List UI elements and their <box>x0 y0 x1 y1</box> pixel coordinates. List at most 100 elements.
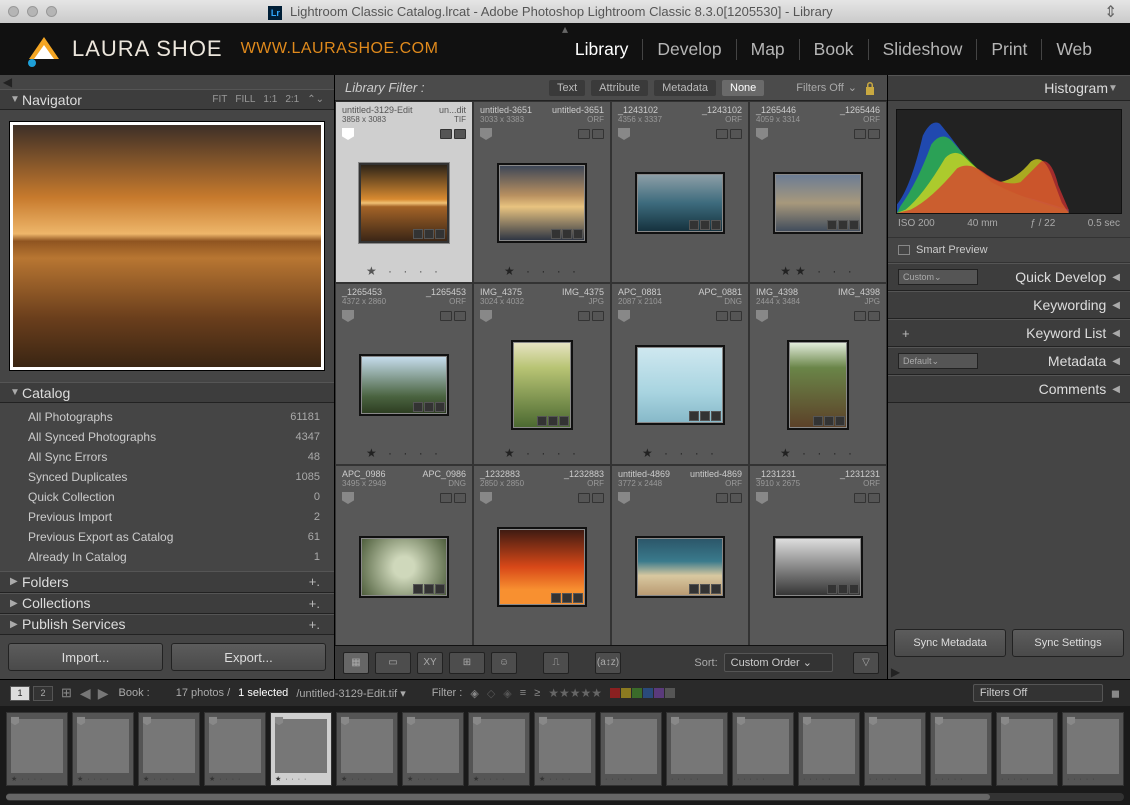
thumbnail[interactable] <box>359 536 449 598</box>
badge-icon[interactable] <box>435 584 445 594</box>
flag-icon[interactable] <box>618 128 630 140</box>
thumbnail-size-icon[interactable]: ◼ <box>1111 687 1120 700</box>
sync-settings-button[interactable]: Sync Settings <box>1012 629 1124 657</box>
keyword-list-header[interactable]: + Keyword List ◀ <box>888 319 1130 347</box>
rotate-ccw-icon[interactable] <box>578 493 590 503</box>
label-blue[interactable] <box>643 688 653 698</box>
quick-develop-header[interactable]: Custom ⌄ Quick Develop ◀ <box>888 263 1130 291</box>
filter-gte-icon[interactable]: ≥ <box>534 687 540 699</box>
rotate-cw-icon[interactable] <box>868 311 880 321</box>
badge-icon[interactable] <box>813 416 823 426</box>
label-green[interactable] <box>632 688 642 698</box>
flag-picked-icon[interactable]: ◈ <box>470 687 478 700</box>
thumbnail[interactable] <box>359 163 449 243</box>
filmstrip-cell[interactable]: ★ · · · · <box>204 712 266 786</box>
keyword-add-icon[interactable]: + <box>898 326 914 341</box>
rating-row[interactable] <box>474 628 610 645</box>
folders-header[interactable]: ▶ Folders +. <box>0 571 334 592</box>
flag-icon[interactable] <box>342 128 354 140</box>
filters-off-menu[interactable]: Filters Off ⌄ <box>796 81 857 94</box>
grid-view-icon[interactable]: ▦ <box>343 652 369 674</box>
zoom-fill[interactable]: FILL <box>235 94 255 105</box>
rating-row[interactable] <box>750 628 886 645</box>
badge-icon[interactable] <box>838 220 848 230</box>
rotate-ccw-icon[interactable] <box>854 493 866 503</box>
metadata-preset[interactable]: Default ⌄ <box>898 353 978 369</box>
label-red[interactable] <box>610 688 620 698</box>
main-window-icon[interactable]: 1 <box>10 686 30 701</box>
collections-add-icon[interactable]: +. <box>305 596 324 611</box>
filmstrip[interactable]: ★ · · · · ★ · · · · ★ · · · · ★ · · · · … <box>0 706 1130 791</box>
thumbnail[interactable] <box>359 354 449 416</box>
grid-cell[interactable]: _1231231 _1231231 3910 x 2675ORF <box>749 465 887 645</box>
sync-metadata-button[interactable]: Sync Metadata <box>894 629 1006 657</box>
filter-tab-attribute[interactable]: Attribute <box>591 80 648 96</box>
filmstrip-cell[interactable]: ★ · · · · <box>138 712 200 786</box>
right-collapse-handle[interactable]: ▶ <box>888 665 903 679</box>
module-book[interactable]: Book <box>800 39 869 60</box>
catalog-item[interactable]: Synced Duplicates1085 <box>0 467 334 487</box>
rotate-ccw-icon[interactable] <box>578 311 590 321</box>
filmstrip-cell[interactable]: · · · · · <box>930 712 992 786</box>
filter-tab-metadata[interactable]: Metadata <box>654 80 716 96</box>
thumbnail[interactable] <box>773 172 863 234</box>
rating-row[interactable]: ★★ · · · <box>750 264 886 282</box>
navigator-header[interactable]: ▼ Navigator FIT FILL 1:1 2:1 ⌃⌄ <box>0 89 334 110</box>
grid-cell[interactable]: IMG_4398 IMG_4398 2444 x 3484JPG ★ · · ·… <box>749 283 887 465</box>
sort-direction-icon[interactable]: (a↕z) <box>595 652 621 674</box>
badge-icon[interactable] <box>700 220 710 230</box>
folders-add-icon[interactable]: +. <box>305 574 324 589</box>
module-map[interactable]: Map <box>737 39 800 60</box>
rotate-cw-icon[interactable] <box>454 311 466 321</box>
badge-icon[interactable] <box>827 584 837 594</box>
module-develop[interactable]: Develop <box>643 39 736 60</box>
zoom-dot[interactable] <box>46 6 57 17</box>
rotate-ccw-icon[interactable] <box>716 311 728 321</box>
badge-icon[interactable] <box>424 402 434 412</box>
catalog-item[interactable]: All Photographs61181 <box>0 407 334 427</box>
publish-add-icon[interactable]: +. <box>305 617 324 632</box>
grid-cell[interactable]: APC_0986 APC_0986 3495 x 2949DNG <box>335 465 473 645</box>
compare-view-icon[interactable]: XY <box>417 652 443 674</box>
badge-icon[interactable] <box>413 584 423 594</box>
second-window-icon[interactable]: 2 <box>33 686 53 701</box>
module-web[interactable]: Web <box>1042 39 1106 60</box>
filmstrip-cell[interactable]: ★ · · · · <box>72 712 134 786</box>
export-button[interactable]: Export... <box>171 643 326 671</box>
filmstrip-cell[interactable]: ★ · · · · <box>270 712 332 786</box>
rotate-cw-icon[interactable] <box>730 129 742 139</box>
badge-icon[interactable] <box>537 416 547 426</box>
filmstrip-cell[interactable]: · · · · · <box>666 712 728 786</box>
flag-unflagged-icon[interactable]: ◇ <box>487 687 495 700</box>
filmstrip-cell[interactable]: ★ · · · · <box>534 712 596 786</box>
grid-cell[interactable]: _1265453 _1265453 4372 x 2860ORF ★ · · ·… <box>335 283 473 465</box>
badge-icon[interactable] <box>559 416 569 426</box>
badge-icon[interactable] <box>827 220 837 230</box>
rotate-ccw-icon[interactable] <box>854 311 866 321</box>
rotate-ccw-icon[interactable] <box>716 129 728 139</box>
badge-icon[interactable] <box>835 416 845 426</box>
badge-icon[interactable] <box>573 593 583 603</box>
grid-cell[interactable]: _1243102 _1243102 4356 x 3337ORF <box>611 101 749 283</box>
badge-icon[interactable] <box>824 416 834 426</box>
rotate-cw-icon[interactable] <box>730 311 742 321</box>
rotate-ccw-icon[interactable] <box>716 493 728 503</box>
flag-icon[interactable] <box>342 310 354 322</box>
filmstrip-cell[interactable]: · · · · · <box>798 712 860 786</box>
grid-cell[interactable]: untitled-3129-Edit un...dit 3858 x 3083T… <box>335 101 473 283</box>
badge-icon[interactable] <box>424 584 434 594</box>
thumbnail[interactable] <box>787 340 849 430</box>
flag-icon[interactable] <box>618 492 630 504</box>
sort-select[interactable]: Custom Order ⌄ <box>724 653 833 672</box>
filmstrip-cell[interactable]: ★ · · · · <box>6 712 68 786</box>
label-none[interactable] <box>665 688 675 698</box>
rotate-ccw-icon[interactable] <box>854 129 866 139</box>
rotate-cw-icon[interactable] <box>730 493 742 503</box>
rotate-cw-icon[interactable] <box>592 493 604 503</box>
toolbar-menu-icon[interactable]: ▽ <box>853 652 879 674</box>
filter-tab-text[interactable]: Text <box>549 80 585 96</box>
grid-cell[interactable]: untitled-3651 untitled-3651 3033 x 3383O… <box>473 101 611 283</box>
filter-equals-icon[interactable]: ≡ <box>520 687 526 699</box>
rotate-cw-icon[interactable] <box>592 311 604 321</box>
filmstrip-cell[interactable]: · · · · · <box>864 712 926 786</box>
